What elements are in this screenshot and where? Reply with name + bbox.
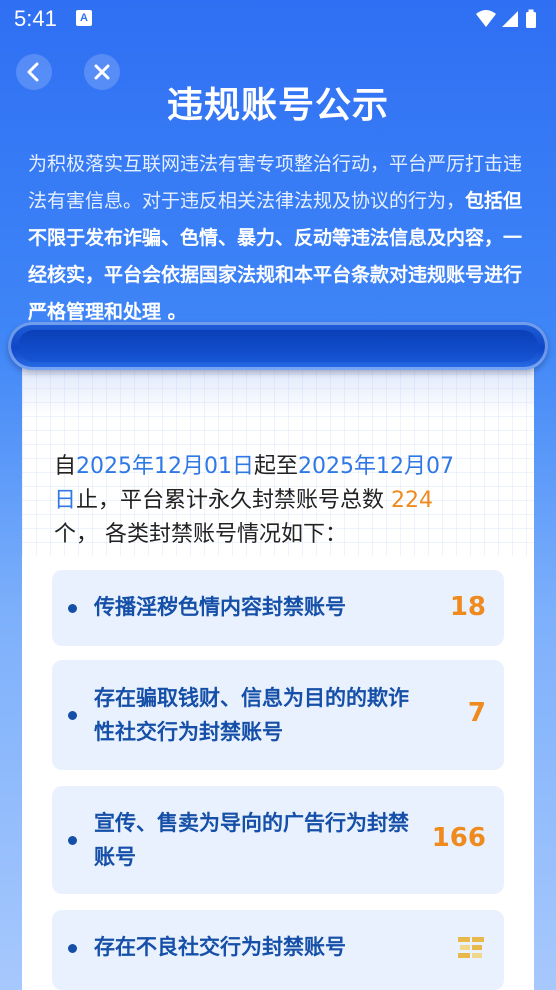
bullet-dot <box>68 711 77 720</box>
battery-icon <box>526 9 536 28</box>
bullet-dot <box>68 836 77 845</box>
category-count: 18 <box>449 592 486 622</box>
scroll-roller-inner <box>18 330 538 362</box>
summary-paper: 自2025年12月01日起至2025年12月07 日止，平台累计永久封禁账号总数 … <box>22 346 534 556</box>
status-bar: 5:41 A <box>0 0 556 40</box>
notification-icon: A <box>76 10 92 26</box>
category-card-0: 传播淫秽色情内容封禁账号 18 <box>52 570 504 646</box>
total-count: 224 <box>391 488 434 513</box>
intro-normal-text: 为积极落实互联网违法有害专项整治行动，平台严厉打击违法有害信息。对于违反相关法律… <box>28 153 523 212</box>
summary-prefix: 自 <box>54 454 77 479</box>
page-title: 违规账号公示 <box>166 85 389 126</box>
status-icons <box>474 8 544 34</box>
end-date: 2025年12月07 <box>298 454 454 479</box>
category-count: 166 <box>431 823 486 853</box>
bullet-dot <box>68 944 77 953</box>
scroll-roller <box>8 322 548 370</box>
category-list: 传播淫秽色情内容封禁账号 18 存在骗取钱财、信息为目的的欺诈性社交行为封禁账号… <box>22 556 534 990</box>
count-loading-icon <box>456 935 486 961</box>
category-count: 7 <box>467 698 486 728</box>
summary-middle: 起至 <box>254 454 299 479</box>
category-card-1: 存在骗取钱财、信息为目的的欺诈性社交行为封禁账号 7 <box>52 660 504 770</box>
summary-text-b: 个， 各类封禁账号情况如下： <box>54 522 347 547</box>
category-label: 存在不良社交行为封禁账号 <box>94 935 346 959</box>
summary-text: 自2025年12月01日起至2025年12月07 日止，平台累计永久封禁账号总数 … <box>54 450 504 552</box>
signal-icon <box>502 11 518 27</box>
summary-text-a: 止，平台累计永久封禁账号总数 <box>76 488 392 513</box>
category-label: 传播淫秽色情内容封禁账号 <box>94 595 346 619</box>
clock-time: 5:41 <box>14 6 57 31</box>
category-card-2: 宣传、售卖为导向的广告行为封禁账号 166 <box>52 786 504 894</box>
start-date: 2025年12月01日 <box>76 454 254 479</box>
intro-text: 为积极落实互联网违法有害专项整治行动，平台严厉打击违法有害信息。对于违反相关法律… <box>28 146 528 331</box>
end-date-day: 日 <box>54 488 77 513</box>
bullet-dot <box>68 604 77 613</box>
category-label: 存在骗取钱财、信息为目的的欺诈性社交行为封禁账号 <box>94 686 409 744</box>
wifi-icon <box>476 10 496 27</box>
category-card-3: 存在不良社交行为封禁账号 <box>52 910 504 990</box>
category-label: 宣传、售卖为导向的广告行为封禁账号 <box>94 811 409 869</box>
